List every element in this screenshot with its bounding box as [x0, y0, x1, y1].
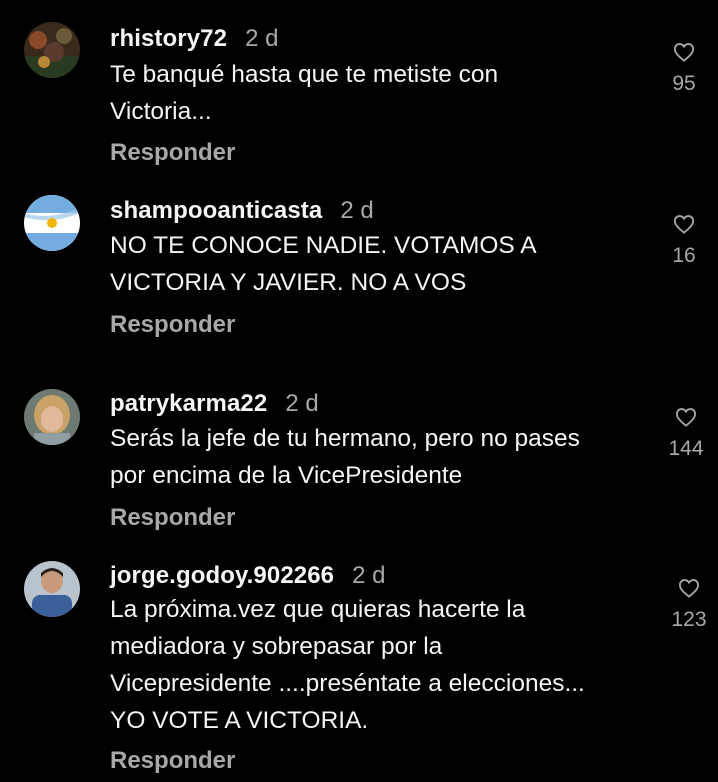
comment-username[interactable]: jorge.godoy.902266	[110, 562, 334, 589]
like-count: 16	[672, 244, 696, 267]
comment-time: 2 d	[285, 390, 319, 417]
heart-outline-icon[interactable]	[651, 407, 718, 427]
comment-header: patrykarma22 2 d	[110, 389, 319, 419]
like-control: 95	[649, 42, 718, 96]
reply-button[interactable]: Responder	[110, 138, 235, 168]
comment-text: Serás la jefe de tu hermano, pero no pas…	[110, 425, 580, 489]
comment-time: 2 d	[340, 197, 374, 224]
reply-button[interactable]: Responder	[110, 310, 235, 340]
comment-username[interactable]: patrykarma22	[110, 390, 267, 417]
reply-button[interactable]: Responder	[110, 503, 235, 533]
argentina-flag-icon	[24, 195, 80, 251]
user-avatar[interactable]	[24, 22, 80, 78]
comment-time: 2 d	[352, 562, 386, 589]
comment-header: jorge.godoy.902266 2 d	[110, 561, 385, 591]
comment-header: rhistory72 2 d	[110, 24, 278, 54]
like-control: 16	[649, 214, 718, 268]
heart-outline-icon[interactable]	[649, 214, 718, 234]
reply-button[interactable]: Responder	[110, 746, 235, 776]
heart-outline-icon[interactable]	[649, 42, 718, 62]
comment-text: NO TE CONOCE NADIE. VOTAMOS A VICTORIA Y…	[110, 232, 537, 296]
like-count: 95	[672, 72, 696, 95]
user-avatar[interactable]	[24, 389, 80, 445]
comment-header: shampooanticasta 2 d	[110, 196, 374, 226]
like-control: 144	[651, 407, 718, 461]
like-count: 123	[671, 608, 707, 631]
heart-outline-icon[interactable]	[654, 578, 718, 598]
user-avatar[interactable]	[24, 561, 80, 617]
comment-text: La próxima.vez que quieras hacerte la me…	[110, 596, 585, 734]
comment-username[interactable]: rhistory72	[110, 25, 227, 52]
like-control: 123	[654, 578, 718, 632]
comment-time: 2 d	[245, 25, 279, 52]
like-count: 144	[668, 437, 704, 460]
comment-text: Te banqué hasta que te metiste con Victo…	[110, 61, 499, 125]
user-avatar[interactable]	[24, 195, 80, 251]
comment-username[interactable]: shampooanticasta	[110, 197, 322, 224]
